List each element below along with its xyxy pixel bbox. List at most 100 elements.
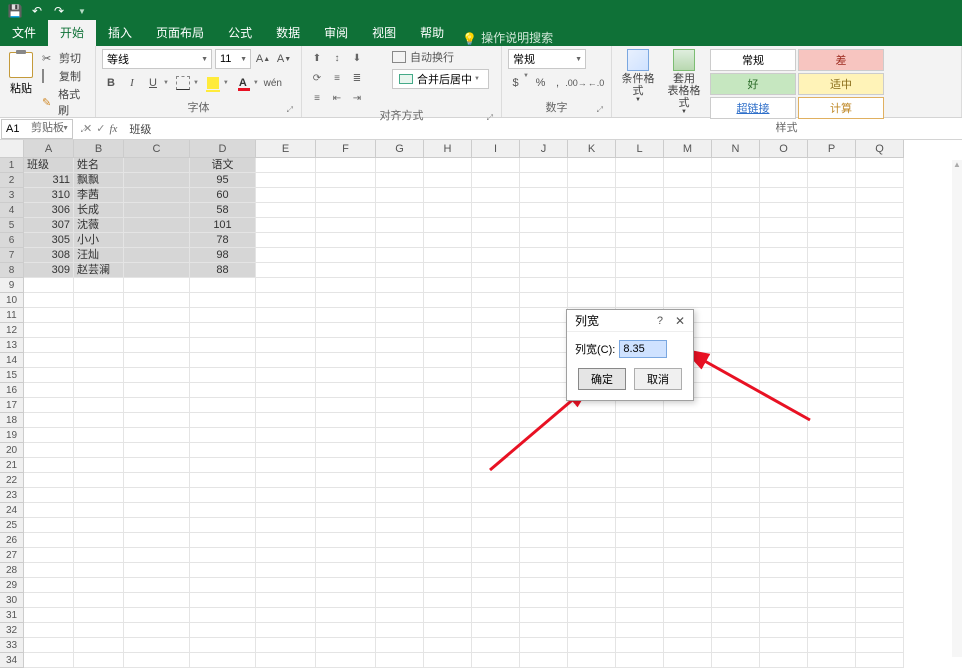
row-header[interactable]: 21 — [0, 458, 24, 473]
cell[interactable] — [472, 203, 520, 218]
cell[interactable] — [856, 263, 904, 278]
cell[interactable] — [74, 473, 124, 488]
cell[interactable] — [856, 188, 904, 203]
cell[interactable] — [424, 233, 472, 248]
cell[interactable] — [256, 578, 316, 593]
cell[interactable] — [316, 653, 376, 668]
cell[interactable] — [856, 308, 904, 323]
cell[interactable] — [616, 548, 664, 563]
cell[interactable] — [124, 233, 190, 248]
cell[interactable] — [664, 188, 712, 203]
cell[interactable] — [124, 623, 190, 638]
cell[interactable] — [856, 518, 904, 533]
font-color-button[interactable]: A — [234, 73, 252, 93]
cell[interactable] — [616, 233, 664, 248]
cell[interactable]: 小小 — [74, 233, 124, 248]
cell[interactable] — [424, 593, 472, 608]
cell[interactable] — [520, 533, 568, 548]
cell[interactable] — [472, 188, 520, 203]
cell[interactable] — [424, 563, 472, 578]
cell[interactable] — [856, 443, 904, 458]
cell[interactable] — [24, 368, 74, 383]
cell[interactable] — [712, 608, 760, 623]
orientation-button[interactable]: ⟳ — [308, 69, 326, 87]
cell[interactable] — [472, 338, 520, 353]
cell[interactable] — [376, 383, 424, 398]
cell-styles-gallery[interactable]: 常规 差 好 适中 超链接 计算 — [710, 49, 888, 119]
cell[interactable] — [124, 368, 190, 383]
cell[interactable] — [472, 488, 520, 503]
cell[interactable] — [520, 293, 568, 308]
cell[interactable] — [760, 248, 808, 263]
paste-button[interactable]: 粘贴 — [6, 49, 36, 99]
cell[interactable] — [124, 263, 190, 278]
cell[interactable] — [616, 263, 664, 278]
cell[interactable] — [316, 458, 376, 473]
cell[interactable] — [424, 248, 472, 263]
cell[interactable] — [316, 578, 376, 593]
cell[interactable] — [664, 248, 712, 263]
cell[interactable] — [616, 518, 664, 533]
cell[interactable] — [472, 593, 520, 608]
cell[interactable]: 310 — [24, 188, 74, 203]
align-top-button[interactable]: ⬆ — [308, 49, 326, 67]
cell[interactable] — [520, 188, 568, 203]
cell[interactable] — [664, 458, 712, 473]
cell[interactable] — [190, 308, 256, 323]
cell[interactable] — [712, 548, 760, 563]
cell[interactable] — [808, 518, 856, 533]
cell[interactable] — [664, 233, 712, 248]
cell[interactable] — [256, 353, 316, 368]
cell[interactable] — [664, 158, 712, 173]
decrease-font-button[interactable]: A▼ — [275, 49, 293, 69]
cell[interactable] — [376, 323, 424, 338]
cell[interactable] — [190, 533, 256, 548]
cell[interactable] — [856, 608, 904, 623]
cell[interactable] — [74, 608, 124, 623]
row-header[interactable]: 23 — [0, 488, 24, 503]
cell[interactable]: 飘飘 — [74, 173, 124, 188]
align-right-button[interactable]: ≡ — [308, 89, 326, 107]
decrease-decimal-button[interactable]: ←.0 — [587, 73, 605, 93]
cell[interactable] — [376, 173, 424, 188]
cell[interactable] — [376, 278, 424, 293]
cell[interactable] — [316, 233, 376, 248]
cell[interactable] — [74, 488, 124, 503]
cell[interactable] — [856, 353, 904, 368]
undo-icon[interactable]: ↶ — [28, 2, 46, 20]
cell[interactable] — [376, 638, 424, 653]
cell[interactable] — [568, 473, 616, 488]
cell[interactable] — [316, 593, 376, 608]
cell[interactable] — [24, 338, 74, 353]
cell[interactable] — [316, 248, 376, 263]
cell[interactable] — [520, 578, 568, 593]
cell[interactable] — [760, 443, 808, 458]
style-normal[interactable]: 常规 — [710, 49, 796, 71]
cell[interactable] — [760, 308, 808, 323]
cell[interactable] — [424, 338, 472, 353]
cell[interactable] — [190, 488, 256, 503]
cell[interactable] — [472, 398, 520, 413]
cell[interactable] — [472, 503, 520, 518]
cell[interactable] — [256, 248, 316, 263]
cell[interactable] — [760, 413, 808, 428]
cell[interactable] — [124, 518, 190, 533]
dialog-launcher-icon[interactable]: ⤢ — [487, 113, 493, 123]
cell[interactable] — [760, 158, 808, 173]
cell[interactable] — [760, 653, 808, 668]
cell[interactable] — [472, 653, 520, 668]
cell[interactable] — [664, 653, 712, 668]
cell[interactable] — [712, 443, 760, 458]
cell[interactable] — [124, 203, 190, 218]
cell[interactable] — [24, 383, 74, 398]
cell[interactable] — [190, 653, 256, 668]
cell[interactable] — [520, 233, 568, 248]
cell[interactable] — [24, 488, 74, 503]
tab-view[interactable]: 视图 — [360, 20, 408, 46]
cell[interactable] — [664, 173, 712, 188]
enter-formula-icon[interactable]: ✓ — [96, 122, 105, 135]
cell[interactable] — [24, 398, 74, 413]
cell[interactable] — [256, 263, 316, 278]
cell[interactable] — [256, 518, 316, 533]
row-header[interactable]: 1 — [0, 158, 24, 173]
